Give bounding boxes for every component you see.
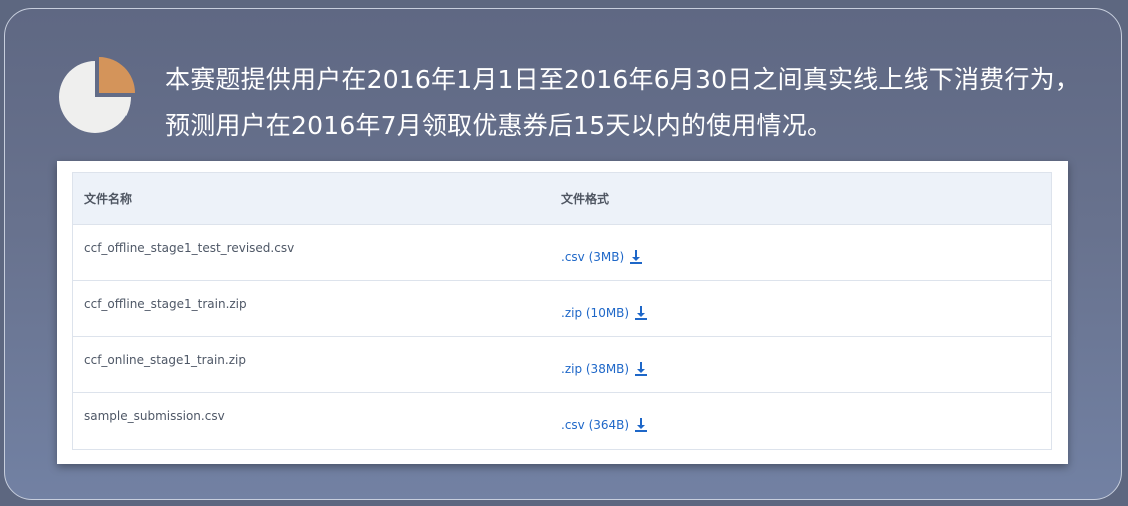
file-name: ccf_offline_stage1_train.zip: [84, 297, 247, 311]
competition-intro: 本赛题提供用户在2016年1月1日至2016年6月30日之间真实线上线下消费行为…: [165, 57, 1105, 149]
file-name: ccf_online_stage1_train.zip: [84, 353, 246, 367]
file-name: ccf_offline_stage1_test_revised.csv: [84, 241, 295, 255]
data-files-table: 文件名称 文件格式 ccf_offline_stage1_test_revise…: [72, 172, 1052, 450]
download-link[interactable]: .zip (38MB): [561, 361, 649, 377]
file-format-label: .zip (10MB): [561, 306, 630, 320]
pie-chart-icon: [59, 57, 135, 133]
table-row: sample_submission.csv .csv (364B): [73, 393, 1051, 449]
file-format-label: .csv (3MB): [561, 250, 625, 264]
table-row: ccf_online_stage1_train.zip .zip (38MB): [73, 337, 1051, 393]
file-format-label: .zip (38MB): [561, 362, 630, 376]
file-name-header: 文件名称: [84, 192, 133, 206]
file-format-header: 文件格式: [561, 192, 610, 206]
file-name: sample_submission.csv: [84, 409, 225, 423]
file-format-cell: .csv (3MB): [551, 225, 1051, 280]
table-header-row: 文件名称 文件格式: [73, 173, 1051, 225]
download-link[interactable]: .csv (3MB): [561, 249, 644, 265]
intro-line-1: 本赛题提供用户在2016年1月1日至2016年6月30日之间真实线上线下消费行为…: [165, 65, 1080, 94]
download-link[interactable]: .csv (364B): [561, 417, 649, 433]
table-row: ccf_offline_stage1_test_revised.csv .csv…: [73, 225, 1051, 281]
download-icon[interactable]: [633, 361, 649, 377]
file-format-cell: .zip (38MB): [551, 337, 1051, 392]
file-format-cell: .csv (364B): [551, 393, 1051, 449]
download-icon[interactable]: [633, 305, 649, 321]
download-icon[interactable]: [633, 417, 649, 433]
file-format-label: .csv (364B): [561, 418, 630, 432]
table-row: ccf_offline_stage1_train.zip .zip (10MB): [73, 281, 1051, 337]
download-link[interactable]: .zip (10MB): [561, 305, 649, 321]
file-format-cell: .zip (10MB): [551, 281, 1051, 336]
data-files-card: 文件名称 文件格式 ccf_offline_stage1_test_revise…: [57, 161, 1068, 464]
download-icon[interactable]: [628, 249, 644, 265]
intro-line-2: 预测用户在2016年7月领取优惠券后15天以内的使用情况。: [165, 111, 833, 140]
